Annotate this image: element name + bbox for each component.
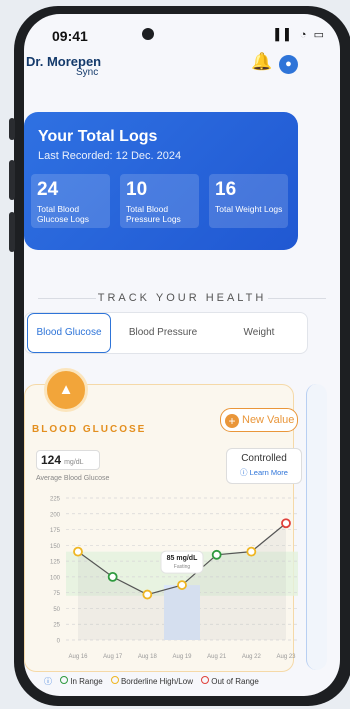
tooltip-value: 85 mg/dL (167, 555, 198, 562)
average-unit: mg/dL (64, 459, 84, 466)
data-point (107, 571, 118, 582)
new-value-label: New Value (242, 414, 295, 426)
stat-blood-pressure[interactable]: 10 Total Blood Pressure Logs (120, 174, 199, 228)
divider-right (268, 298, 326, 299)
stat-weight[interactable]: 16 Total Weight Logs (209, 174, 288, 228)
health-tabs: Blood Glucose Blood Pressure Weight (24, 312, 308, 354)
phone-side-button (9, 118, 15, 140)
x-tick-label: Aug 19 (172, 654, 192, 660)
phone-volume-up-button (9, 160, 15, 200)
phone-volume-down-button (9, 212, 15, 252)
status-text: Controlled (241, 453, 287, 464)
borderline-dot (110, 676, 119, 684)
data-point (211, 549, 222, 560)
average-label: Average Blood Glucose (36, 475, 110, 482)
tab-blood-glucose[interactable]: Blood Glucose (27, 313, 111, 353)
card-title: BLOOD GLUCOSE (32, 424, 147, 435)
average-glucose-box: 124 mg/dL (36, 450, 100, 470)
last-recorded: Last Recorded: 12 Dec. 2024 (38, 150, 182, 162)
brand-sub: Sync (76, 67, 99, 78)
y-tick-label: 50 (53, 607, 60, 613)
new-value-button[interactable]: + New Value (220, 408, 298, 432)
data-point (142, 589, 153, 600)
status-time: 09:41 (52, 28, 88, 44)
data-point (177, 580, 187, 590)
legend-out-of-range: Out of Range (211, 677, 259, 686)
y-tick-label: 0 (57, 639, 61, 645)
stat-value: 16 (215, 179, 237, 200)
average-value: 124 (41, 453, 62, 467)
status-bar: 09:41 ▌▌ ◔ ▭ (24, 22, 340, 52)
x-tick-label: Aug 16 (68, 654, 88, 660)
y-tick-label: 150 (50, 544, 61, 550)
x-tick-label: Aug 21 (207, 654, 227, 660)
next-card-peek (306, 384, 327, 670)
profile-avatar-icon[interactable]: ● (279, 55, 298, 74)
data-point (73, 546, 83, 557)
system-status-icons: ▌▌ ◔ ▭ (275, 29, 326, 41)
stat-label: Total Blood Pressure Logs (126, 204, 181, 224)
in-range-dot (60, 676, 69, 684)
y-tick-label: 175 (50, 528, 61, 534)
y-tick-label: 25 (53, 623, 60, 629)
stat-label: Total Weight Logs (215, 204, 283, 214)
y-tick-label: 75 (53, 591, 60, 597)
glucose-chart: 225 200 175 150 125 100 75 50 25 0 Aug 16 Aug 17 Aug… (50, 497, 298, 660)
tooltip-label: Fasting (174, 564, 191, 570)
y-tick-label: 125 (50, 560, 61, 566)
glucose-meter-icon: ▲ (44, 368, 88, 412)
learn-more-link[interactable]: ⓘ Learn More (227, 467, 301, 478)
x-tick-label: Aug 23 (276, 654, 296, 660)
app-screen: 09:41 ▌▌ ◔ ▭ Dr. Morepen Sync 🔔 ● Your T… (24, 14, 340, 696)
status-box: Controlled ⓘ Learn More (226, 448, 302, 484)
x-tick-label: Aug 17 (103, 654, 123, 660)
chart-legend: ⓘ In Range Borderline High/Low Out of Ra… (44, 676, 259, 687)
plus-icon: + (225, 414, 239, 428)
tab-blood-pressure[interactable]: Blood Pressure (117, 313, 209, 353)
info-icon[interactable]: ⓘ (44, 677, 52, 686)
y-tick-label: 100 (50, 575, 61, 581)
data-point (246, 546, 257, 557)
y-tick-label: 200 (50, 512, 61, 518)
camera-icon (142, 28, 154, 40)
total-logs-card: Your Total Logs Last Recorded: 12 Dec. 2… (24, 112, 298, 250)
stat-value: 24 (37, 179, 59, 200)
x-tick-label: Aug 18 (138, 654, 158, 660)
tab-weight[interactable]: Weight (219, 313, 299, 353)
x-tick-label: Aug 22 (242, 654, 262, 660)
stat-value: 10 (126, 179, 148, 200)
notification-bell-icon[interactable]: 🔔 (251, 52, 272, 72)
stat-label: Total Blood Glucose Logs (37, 204, 89, 224)
y-tick-label: 225 (50, 497, 61, 503)
logs-title: Your Total Logs (38, 128, 158, 145)
legend-borderline: Borderline High/Low (120, 677, 193, 686)
app-logo: Dr. Morepen Sync (26, 54, 101, 78)
stat-blood-glucose[interactable]: 24 Total Blood Glucose Logs (31, 174, 110, 228)
legend-in-range: In Range (70, 677, 103, 686)
out-of-range-dot (201, 676, 210, 684)
data-point (281, 518, 291, 529)
